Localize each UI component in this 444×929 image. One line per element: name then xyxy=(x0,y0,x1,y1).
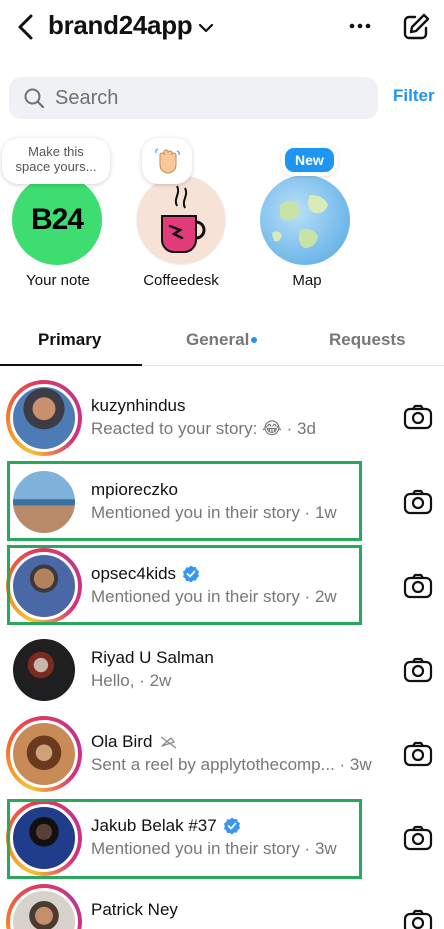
story-ring[interactable] xyxy=(6,716,82,792)
coffee-cup-icon xyxy=(161,185,206,253)
thread-preview: Hello, · 2w xyxy=(91,671,172,690)
username: Jakub Belak #37 xyxy=(91,816,217,835)
username: Patrick Ney xyxy=(91,900,178,919)
note-your-note[interactable]: B24 Make this space yours... Your note xyxy=(0,130,120,300)
camera-icon[interactable] xyxy=(402,486,434,518)
your-note-avatar[interactable]: B24 xyxy=(12,175,102,265)
note-label: Your note xyxy=(26,272,90,289)
story-ring[interactable] xyxy=(6,548,82,624)
thread-row[interactable]: opsec4kids Mentioned you in their story … xyxy=(0,545,444,629)
thread-name: Jakub Belak #37 xyxy=(91,816,241,836)
camera-icon[interactable] xyxy=(402,822,434,854)
thread-name: Riyad U Salman xyxy=(91,648,214,668)
active-tab-indicator xyxy=(0,364,142,366)
account-switcher[interactable]: brand24app xyxy=(48,10,214,41)
story-ring[interactable] xyxy=(6,884,82,929)
avatar-text: B24 xyxy=(30,203,84,236)
avatar xyxy=(10,636,78,704)
username: mpioreczko xyxy=(91,480,178,499)
thread-row[interactable]: Patrick Ney xyxy=(0,881,444,929)
verified-badge-icon xyxy=(223,817,240,835)
thread-row[interactable]: Ola Bird Sent a reel by applytothecomp..… xyxy=(0,713,444,797)
thread-row[interactable]: kuzynhindus Reacted to your story: 😂 · 3… xyxy=(0,377,444,461)
note-label: Coffeedesk xyxy=(143,272,219,289)
camera-icon[interactable] xyxy=(402,738,434,770)
top-bar: brand24app xyxy=(0,0,444,56)
chevron-down-icon xyxy=(199,23,214,32)
avatar xyxy=(10,720,78,788)
unread-dot xyxy=(251,337,257,343)
search-bar[interactable] xyxy=(9,77,378,119)
avatar-wrap[interactable] xyxy=(6,464,82,540)
note-bubble[interactable] xyxy=(142,138,192,184)
muted-bell-icon xyxy=(161,736,177,749)
story-ring[interactable] xyxy=(6,380,82,456)
camera-icon[interactable] xyxy=(402,401,434,433)
camera-icon[interactable] xyxy=(402,906,434,929)
note-coffeedesk[interactable]: Coffeedesk xyxy=(126,130,242,300)
compose-icon[interactable] xyxy=(401,12,431,42)
map-globe[interactable] xyxy=(260,175,350,265)
note-map[interactable]: New Map xyxy=(250,130,366,300)
username: Riyad U Salman xyxy=(91,648,214,667)
tab-primary[interactable]: Primary xyxy=(38,330,101,350)
thread-preview: Mentioned you in their story · 3w xyxy=(91,839,337,858)
account-title: brand24app xyxy=(48,10,193,40)
tab-general[interactable]: General xyxy=(186,330,249,350)
note-bubble-text: Make this space yours... xyxy=(15,144,97,174)
waving-hand-icon xyxy=(155,148,180,174)
avatar xyxy=(10,384,78,452)
thread-name: kuzynhindus xyxy=(91,396,186,416)
avatar xyxy=(10,552,78,620)
camera-icon[interactable] xyxy=(402,654,434,686)
filter-button[interactable]: Filter xyxy=(393,86,435,106)
thread-preview: Mentioned you in their story · 2w xyxy=(91,587,337,606)
avatar xyxy=(10,888,78,929)
avatar xyxy=(10,468,78,536)
thread-name: mpioreczko xyxy=(91,480,178,500)
story-ring[interactable] xyxy=(6,800,82,876)
search-icon xyxy=(24,88,45,109)
new-badge: New xyxy=(281,144,338,176)
username: Ola Bird xyxy=(91,732,153,751)
thread-preview: Sent a reel by applytothecomp... · 3w xyxy=(91,755,372,774)
note-label: Map xyxy=(292,272,322,289)
username: opsec4kids xyxy=(91,564,177,583)
note-bubble[interactable]: Make this space yours... xyxy=(2,138,110,184)
search-input[interactable] xyxy=(55,86,355,110)
thread-row[interactable]: mpioreczko Mentioned you in their story … xyxy=(0,461,444,545)
more-icon[interactable] xyxy=(346,14,374,38)
thread-name: opsec4kids xyxy=(91,564,200,584)
thread-preview: Mentioned you in their story · 1w xyxy=(91,503,337,522)
verified-badge-icon xyxy=(183,565,200,583)
thread-preview: Reacted to your story: 😂 · 3d xyxy=(91,419,316,438)
coffeedesk-avatar[interactable] xyxy=(136,175,226,265)
username: kuzynhindus xyxy=(91,396,186,415)
globe-icon xyxy=(272,195,328,248)
tab-requests[interactable]: Requests xyxy=(329,330,406,350)
thread-name: Ola Bird xyxy=(91,732,178,752)
thread-name: Patrick Ney xyxy=(91,900,178,920)
avatar xyxy=(10,804,78,872)
inbox-tabs: Primary General Requests xyxy=(0,320,444,366)
back-icon[interactable] xyxy=(14,12,38,42)
thread-row[interactable]: Riyad U Salman Hello, · 2w xyxy=(0,629,444,713)
thread-row[interactable]: Jakub Belak #37 Mentioned you in their s… xyxy=(0,797,444,881)
avatar-wrap[interactable] xyxy=(6,632,82,708)
camera-icon[interactable] xyxy=(402,570,434,602)
